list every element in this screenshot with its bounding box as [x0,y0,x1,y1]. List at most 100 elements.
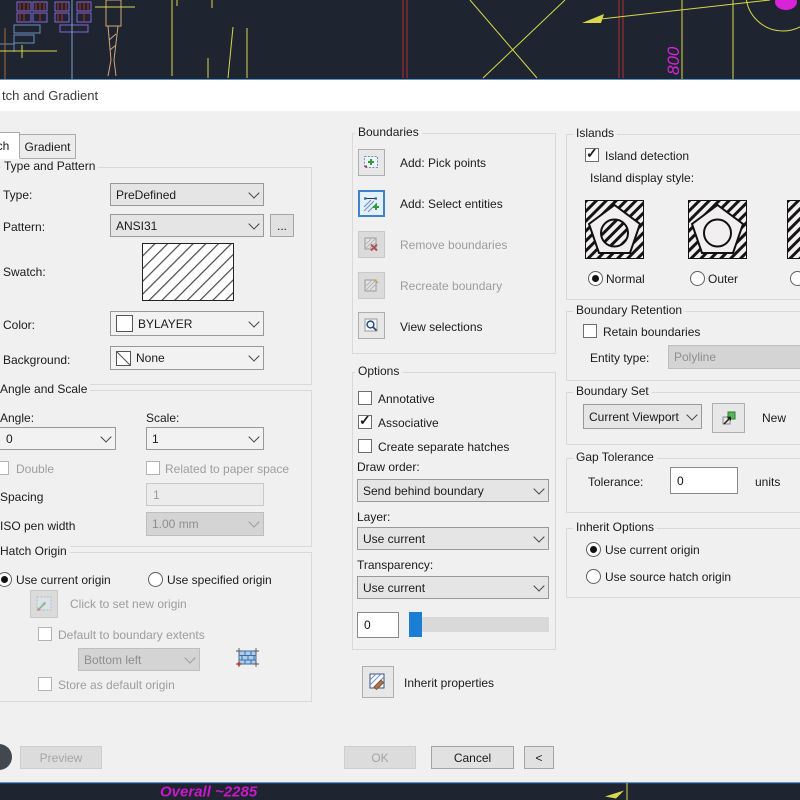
type-value: PreDefined [116,188,245,202]
tab-gradient[interactable]: Gradient [19,134,76,159]
swatch-preview[interactable] [142,243,234,301]
tolerance-value: 0 [677,474,684,488]
transparency-amount: 0 [364,618,371,632]
transparency-input[interactable]: 0 [357,612,399,638]
ok-button: OK [344,746,416,769]
ellipsis-icon: ... [277,219,287,233]
new-boundary-set-button[interactable] [712,403,745,433]
boundary-set-dropdown[interactable]: Current Viewport [583,404,702,429]
separate-hatches-checkbox[interactable] [358,439,372,453]
transparency-dropdown[interactable]: Use current [357,576,549,599]
select-entities-label: Add: Select entities [400,197,503,211]
help-icon[interactable] [0,744,12,770]
set-origin-button [30,590,58,618]
view-selections-button[interactable] [358,312,385,339]
scale-label: Scale: [146,411,179,425]
group-gap-tolerance-label: Gap Tolerance [573,450,657,464]
transparency-slider-handle[interactable] [409,612,422,637]
annotative-checkbox[interactable] [358,391,372,405]
island-outer-radio[interactable] [690,271,705,286]
chevron-down-icon [100,431,111,442]
tab-hatch-label: ch [0,139,9,153]
angle-label: Angle: [0,411,34,425]
angle-dropdown[interactable]: 0 [0,427,116,450]
remove-boundaries-label: Remove boundaries [400,238,507,252]
type-label: Type: [3,188,32,202]
color-dropdown[interactable]: BYLAYER [110,311,264,336]
cad-dim-800-label: 800 [664,46,683,75]
tab-hatch[interactable]: ch [0,132,20,159]
layer-dropdown[interactable]: Use current [357,527,549,550]
tolerance-input[interactable]: 0 [670,467,738,494]
cancel-button[interactable]: Cancel [431,746,514,769]
ok-button-label: OK [371,751,388,765]
units-label: units [755,475,780,489]
select-entities-button[interactable] [358,190,385,217]
remove-boundaries-icon [362,235,382,255]
chevron-down-icon [248,187,259,198]
group-type-pattern-label: Type and Pattern [1,159,98,173]
collapse-button-label: < [535,751,542,765]
origin-corner-value: Bottom left [84,653,181,667]
retain-boundaries-checkbox[interactable] [583,324,597,338]
cancel-button-label: Cancel [454,751,491,765]
swatch-label: Swatch: [3,265,46,279]
pick-points-icon [362,153,382,173]
color-swatch-icon [116,315,133,332]
chevron-down-icon [533,531,544,542]
island-style-normal-preview [585,200,644,259]
background-value: None [136,351,245,365]
chevron-down-icon [533,483,544,494]
use-specified-origin-label: Use specified origin [167,573,272,587]
inherit-use-source-radio[interactable] [586,569,601,584]
island-ignore-radio[interactable] [790,271,800,286]
pattern-dropdown[interactable]: ANSI31 [110,214,264,237]
origin-corner-dropdown: Bottom left [78,648,200,671]
pattern-browse-button[interactable]: ... [270,214,294,237]
chevron-down-icon [248,316,259,327]
entity-type-value: Polyline [674,350,800,364]
store-default-origin-label: Store as default origin [58,678,175,692]
island-detection-checkbox[interactable]: ✓ [585,148,599,162]
group-boundary-set-label: Boundary Set [573,384,652,398]
chevron-down-icon [533,580,544,591]
associative-label: Associative [378,416,439,430]
draw-order-dropdown[interactable]: Send behind boundary [357,479,549,502]
collapse-button[interactable]: < [524,746,554,769]
pick-points-button[interactable] [358,149,385,176]
draw-order-label: Draw order: [357,460,420,474]
use-specified-origin-radio[interactable] [148,572,163,587]
island-detection-label: Island detection [605,149,689,163]
related-paper-space-checkbox [146,461,160,475]
inherit-use-current-radio[interactable] [586,542,601,557]
group-options-label: Options [355,364,402,378]
pattern-value: ANSI31 [116,219,245,233]
group-inherit-options-label: Inherit Options [573,520,657,534]
click-to-set-origin-label: Click to set new origin [70,597,187,611]
chevron-down-icon [248,431,259,442]
double-checkbox [0,461,9,475]
view-selections-label: View selections [400,320,483,334]
island-normal-label: Normal [606,272,645,286]
none-swatch-icon [116,351,131,366]
island-normal-radio[interactable] [588,271,603,286]
associative-checkbox[interactable]: ✓ [358,415,372,429]
background-dropdown[interactable]: None [110,346,264,370]
inherit-use-source-label: Use source hatch origin [605,570,731,584]
chevron-down-icon [248,218,259,229]
inherit-properties-label: Inherit properties [404,676,494,690]
related-paper-space-label: Related to paper space [165,462,289,476]
spacing-input: 1 [146,483,264,506]
inherit-use-current-label: Use current origin [605,543,700,557]
entity-type-dropdown: Polyline [668,345,800,369]
use-current-origin-label: Use current origin [16,573,111,587]
transparency-slider-track[interactable] [409,617,549,632]
store-default-origin-checkbox [38,677,52,691]
group-islands-label: Islands [573,126,617,140]
type-dropdown[interactable]: PreDefined [110,183,264,206]
double-label: Double [16,462,54,476]
scale-dropdown[interactable]: 1 [146,427,264,450]
layer-label: Layer: [357,510,390,524]
select-entities-icon [362,194,382,214]
inherit-properties-button[interactable] [362,666,394,698]
